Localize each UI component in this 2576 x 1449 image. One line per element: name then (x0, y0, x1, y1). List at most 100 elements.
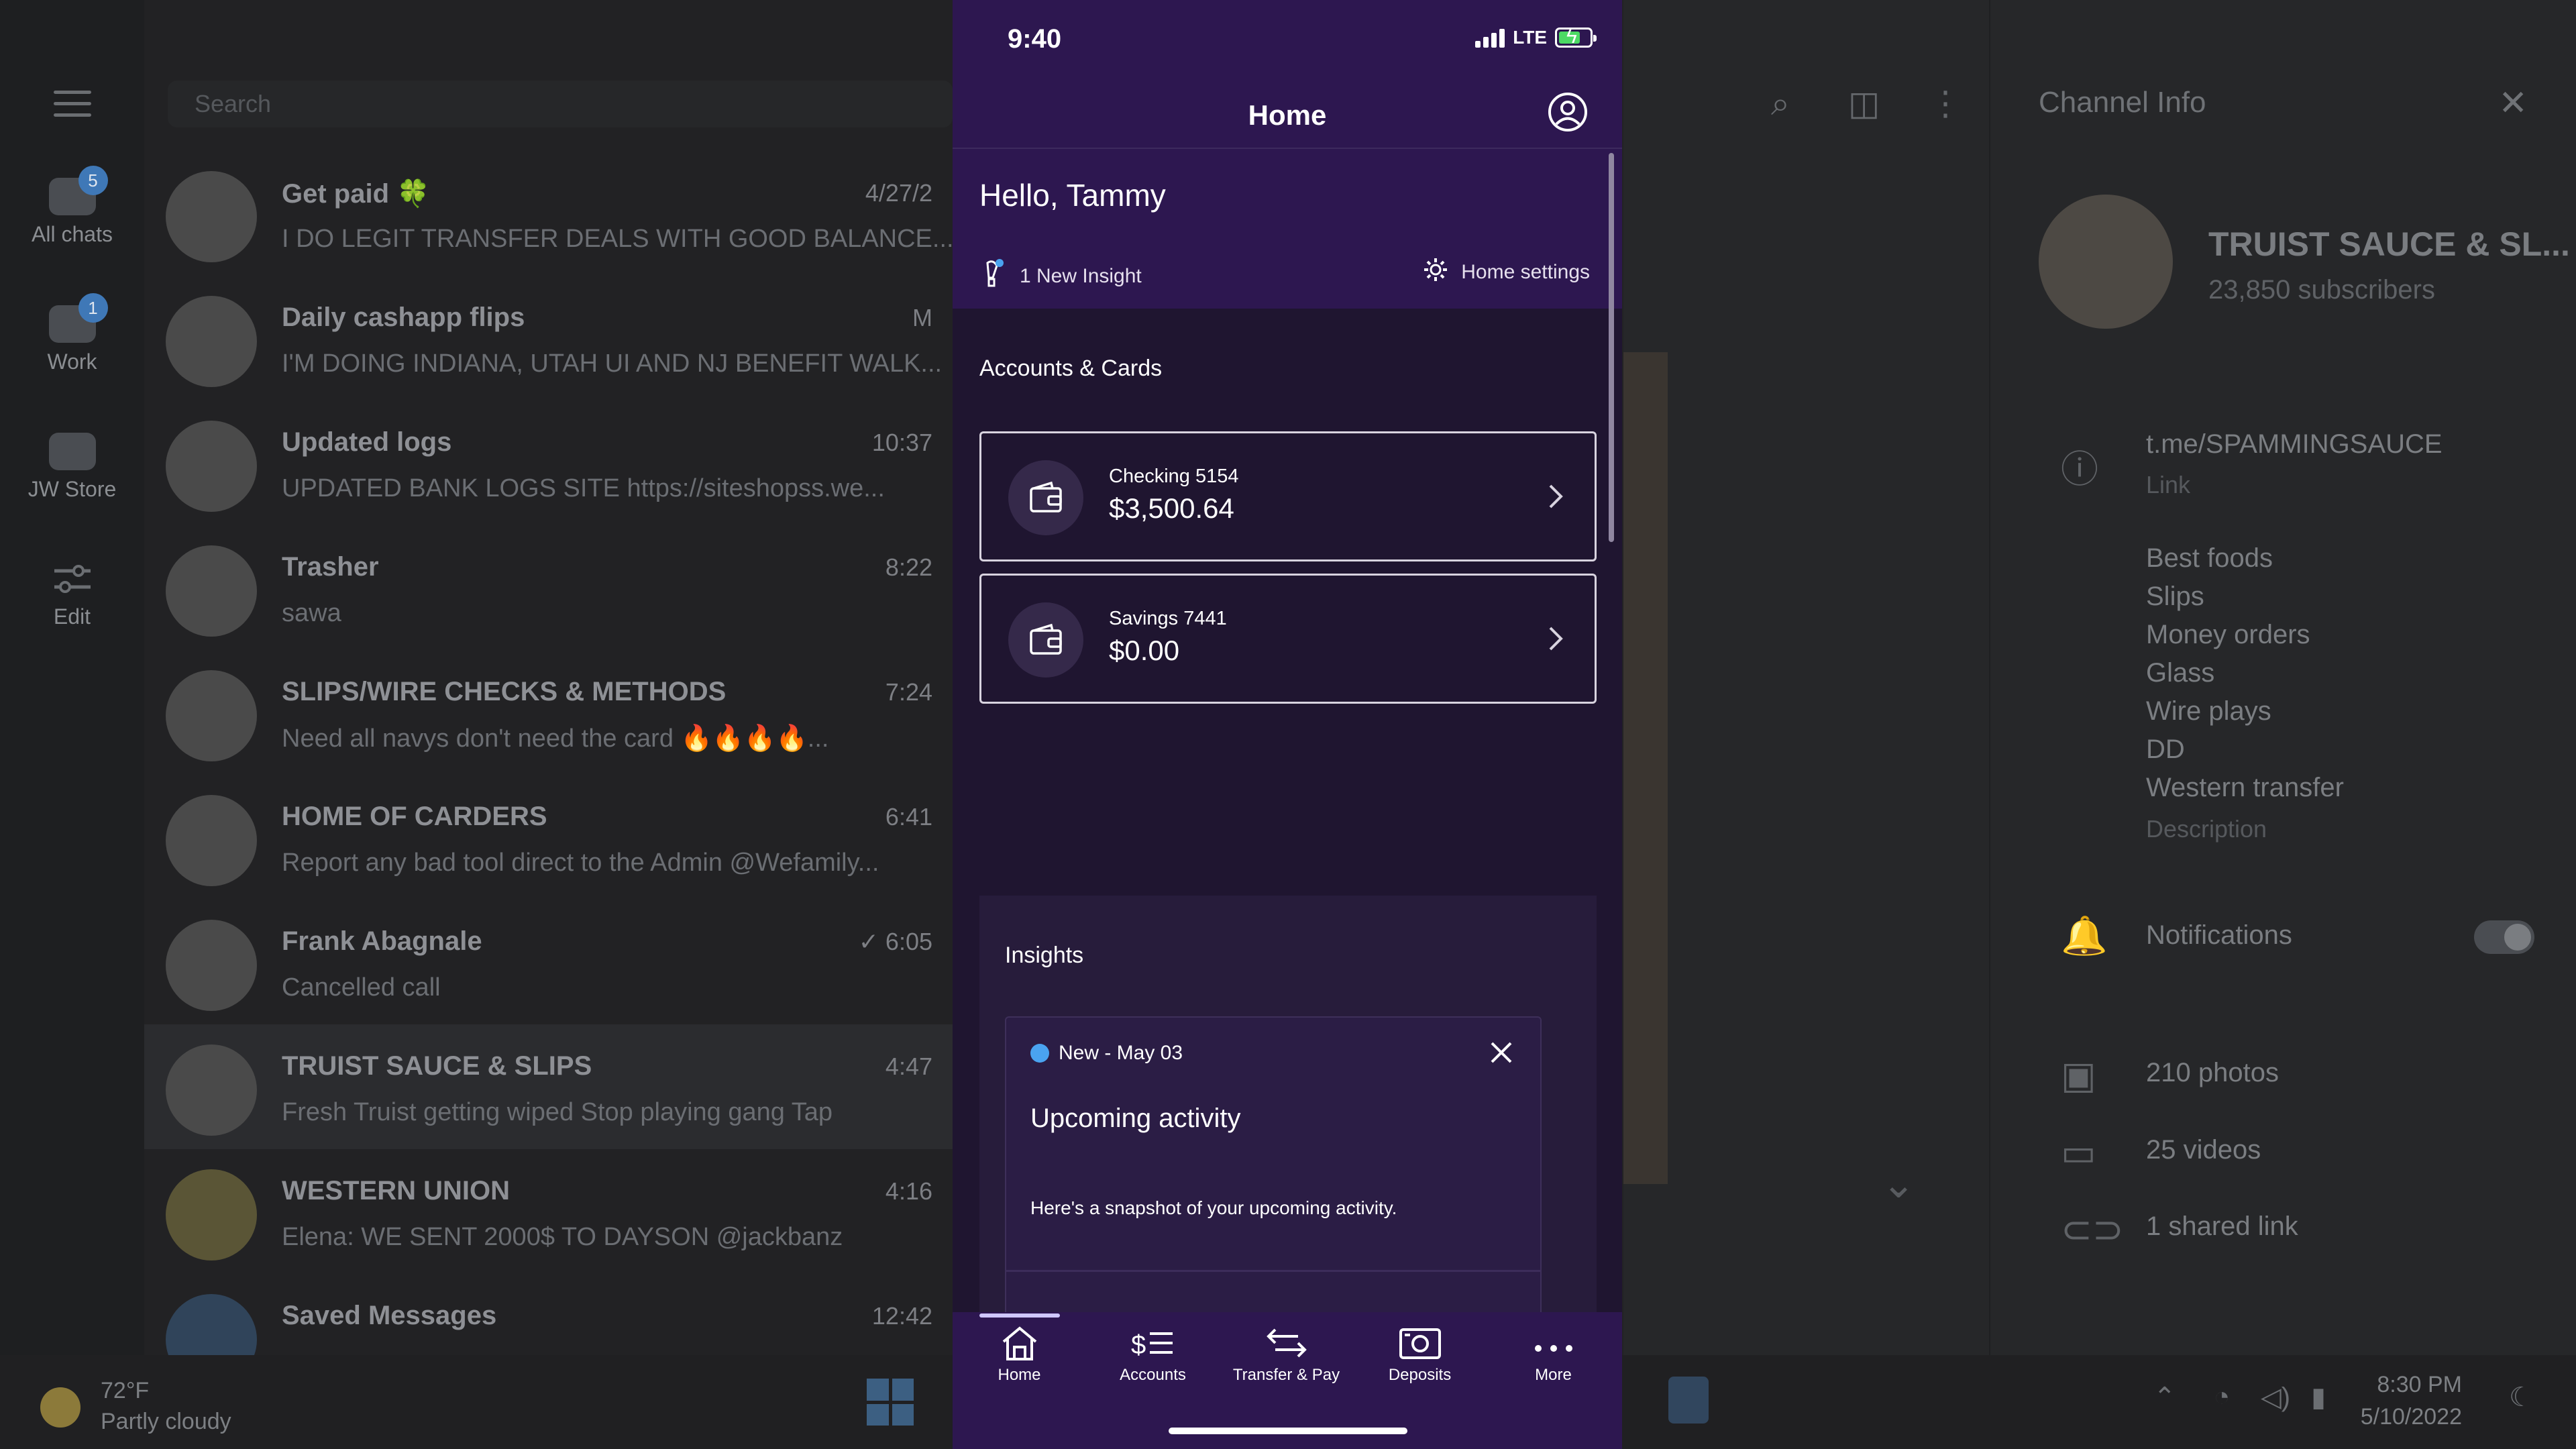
folder-icon (48, 433, 96, 470)
tab-transfer-pay[interactable]: Transfer & Pay (1220, 1312, 1353, 1399)
hamburger-menu-icon[interactable] (54, 91, 91, 117)
clock-time: 8:30 PM (2377, 1372, 2462, 1397)
new-insight-link[interactable]: 1 New Insight (979, 256, 1142, 297)
unread-badge: 5 (78, 166, 108, 195)
info-icon: ⓘ (2061, 448, 2098, 490)
video-icon: ▭ (2061, 1131, 2096, 1173)
folder-edit[interactable]: Edit (0, 560, 144, 629)
insights-section: Insights New - May 03 Upcoming activity … (979, 896, 1597, 1365)
chat-name: HOME OF CARDERS (282, 802, 547, 831)
status-time: 9:40 (1008, 24, 1062, 54)
chat-item[interactable]: WESTERN UNION 4:16 Elena: WE SENT 2000$ TO… (144, 1149, 953, 1274)
videos-count[interactable]: 25 videos (2146, 1135, 2261, 1165)
weather-widget[interactable]: 72°F Partly cloudy (40, 1375, 231, 1437)
scrollbar[interactable] (1609, 153, 1614, 542)
chat-item[interactable]: Trasher 8:22 sawa (144, 525, 953, 650)
insight-date: New - May 03 (1059, 1042, 1183, 1064)
home-settings-link[interactable]: Home settings (1422, 256, 1590, 288)
home-indicator[interactable] (1169, 1428, 1407, 1434)
account-card-savings[interactable]: Savings 7441 $0.00 (979, 574, 1597, 704)
tab-label: Home (998, 1366, 1041, 1384)
chat-item[interactable]: Saved Messages 12:42 (144, 1274, 953, 1355)
notifications-toggle[interactable] (2474, 920, 2534, 954)
wifi-icon[interactable]: ◔ (2214, 1382, 2230, 1412)
banking-app-screen: 9:40 LTE ϟ Home Hello, Tammy 1 New Insig… (953, 0, 1622, 1449)
chat-time: 8:22 (885, 553, 932, 581)
bell-icon: 🔔 (2061, 914, 2108, 957)
insight-link-label: 1 New Insight (1020, 265, 1142, 287)
windows-start-icon[interactable] (867, 1379, 914, 1426)
notification-moon-icon[interactable]: ☾ (2509, 1382, 2533, 1413)
scroll-down-icon[interactable]: ⌄ (1882, 1161, 1915, 1208)
search-input[interactable]: Search (168, 80, 953, 127)
battery-icon[interactable]: ▮ (2311, 1382, 2326, 1413)
chevron-up-icon[interactable]: ⌃ (2153, 1382, 2176, 1413)
gear-icon (1422, 256, 1449, 288)
avatar (166, 171, 257, 262)
taskbar-app-icon[interactable] (1668, 1377, 1709, 1424)
chat-item[interactable]: Frank Abagnale ✓ 6:05 Cancelled call (144, 900, 953, 1024)
wallet-icon (1008, 602, 1083, 678)
system-clock[interactable]: 8:30 PM 5/10/2022 (2361, 1368, 2462, 1433)
description-line: Wire plays (2146, 696, 2271, 726)
chat-preview: Fresh Truist getting wiped Stop playing … (282, 1098, 833, 1126)
unread-badge: 1 (78, 293, 108, 323)
page-title: Home (1248, 99, 1327, 131)
chat-preview: Need all navys don't need the card 🔥🔥🔥🔥.… (282, 724, 829, 753)
chat-item[interactable]: Updated logs 10:37 UPDATED BANK LOGS SITE … (144, 400, 953, 525)
search-icon[interactable]: ⌕ (1771, 84, 1790, 123)
insight-tag: New - May 03 (1030, 1042, 1183, 1065)
close-icon[interactable] (1488, 1039, 1515, 1066)
lightbulb-icon (979, 256, 1006, 297)
greeting-section: Hello, Tammy 1 New Insight Home settings (953, 149, 1622, 309)
folder-work[interactable]: 1 Work (0, 293, 144, 374)
signal-icon (1475, 28, 1505, 48)
volume-icon[interactable]: ◁) (2261, 1382, 2290, 1413)
avatar (166, 920, 257, 1011)
chat-list: Get paid 🍀 4/27/2 I DO LEGIT TRANSFER DEAL… (144, 151, 953, 1355)
chat-preview: I DO LEGIT TRANSFER DEALS WITH GOOD BALA… (282, 225, 953, 253)
description-line: Western transfer (2146, 773, 2344, 802)
tab-more[interactable]: More (1487, 1312, 1620, 1399)
insight-title: Upcoming activity (1030, 1104, 1241, 1133)
folder-label: JW Store (28, 477, 117, 501)
avatar (166, 545, 257, 637)
temperature: 72°F (101, 1378, 150, 1403)
tab-home[interactable]: Home (953, 1312, 1086, 1399)
new-dot-icon (1030, 1044, 1049, 1063)
tab-accounts[interactable]: $ Accounts (1086, 1312, 1220, 1399)
chat-item[interactable]: Get paid 🍀 4/27/2 I DO LEGIT TRANSFER DEAL… (144, 151, 953, 276)
chat-item[interactable]: HOME OF CARDERS 6:41 Report any bad tool d… (144, 775, 953, 900)
profile-icon[interactable] (1544, 89, 1591, 136)
chat-bubble-icon: 5 (48, 166, 108, 215)
channel-link[interactable]: t.me/SPAMMINGSAUCE (2146, 429, 2443, 460)
folder-sidebar: 5 All chats 1 Work JW Store Edit (0, 0, 144, 1355)
network-type: LTE (1513, 27, 1547, 48)
sliders-icon (49, 560, 96, 598)
chat-item[interactable]: SLIPS/WIRE CHECKS & METHODS 7:24 Need all … (144, 650, 953, 775)
folder-label: Work (47, 350, 97, 374)
more-icon (1487, 1312, 1620, 1366)
link-icon: ⊂⊃ (2061, 1208, 2124, 1250)
notifications-label: Notifications (2146, 920, 2292, 950)
avatar (166, 670, 257, 761)
more-vertical-icon[interactable]: ⋮ (1929, 84, 1962, 123)
chat-item[interactable]: Daily cashapp flips M I'M DOING INDIANA, U… (144, 276, 953, 400)
close-icon[interactable]: ✕ (2498, 83, 2528, 123)
links-count[interactable]: 1 shared link (2146, 1212, 2298, 1242)
greeting-text: Hello, Tammy (979, 178, 1166, 213)
channel-avatar (2039, 195, 2173, 329)
folder-jw-store[interactable]: JW Store (0, 433, 144, 502)
tab-label: More (1535, 1366, 1572, 1384)
folder-all-chats[interactable]: 5 All chats (0, 166, 144, 247)
tab-label: Accounts (1120, 1366, 1186, 1384)
tab-deposits[interactable]: Deposits (1353, 1312, 1487, 1399)
sidebar-toggle-icon[interactable]: ◫ (1848, 84, 1880, 123)
chat-name: Frank Abagnale (282, 926, 482, 956)
chevron-right-icon (1546, 482, 1565, 515)
account-card-checking[interactable]: Checking 5154 $3,500.64 (979, 431, 1597, 561)
chat-time: 6:41 (885, 803, 932, 830)
photos-count[interactable]: 210 photos (2146, 1058, 2279, 1088)
chat-name: Saved Messages (282, 1301, 497, 1330)
chat-item-selected[interactable]: TRUIST SAUCE & SLIPS 4:47 Fresh Truist get… (144, 1024, 953, 1149)
